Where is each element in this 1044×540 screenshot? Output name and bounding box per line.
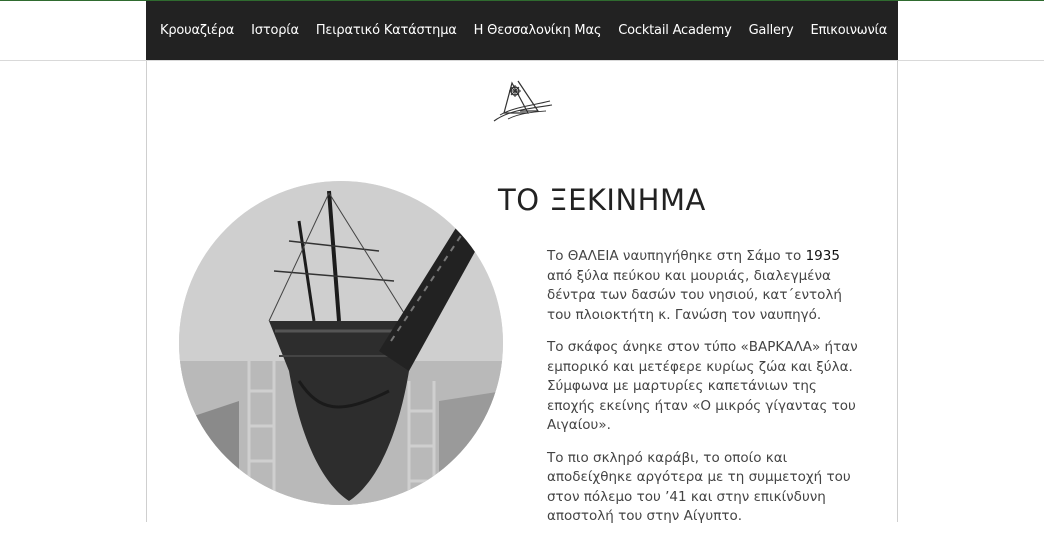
paragraph-1: Το ΘΑΛΕΙΑ ναυπηγήθηκε στη Σάμο το 1935 α… (547, 247, 869, 325)
nav-item-pirate-shop[interactable]: Πειρατικό Κατάστημα (316, 23, 457, 38)
nav-item-history[interactable]: Ιστορία (251, 23, 299, 38)
paragraph-3: Το πιο σκληρό καράβι, το οποίο και αποδε… (547, 449, 851, 525)
nav-item-thessaloniki[interactable]: Η Θεσσαλονίκη Μας (474, 23, 602, 38)
main-nav: Κρουαζιέρα Ιστορία Πειρατικό Κατάστημα Η… (146, 1, 898, 60)
paragraph-2: Το σκάφος άνηκε στον τύπο «ΒΑΡΚΑΛΑ» ήταν… (547, 339, 858, 433)
nav-item-cocktail-academy[interactable]: Cocktail Academy (618, 23, 732, 38)
paragraph-1-start: Το ΘΑΛΕΙΑ ναυπηγήθηκε στη Σάμο το (547, 248, 806, 264)
section-body: Το ΘΑΛΕΙΑ ναυπηγήθηκε στη Σάμο το 1935 α… (547, 247, 869, 540)
year-1935: 1935 (805, 248, 840, 264)
nav-item-gallery[interactable]: Gallery (749, 23, 794, 38)
nav-item-contact[interactable]: Επικοινωνία (810, 23, 887, 38)
ship-logo-icon (493, 80, 553, 122)
main-content: ΤΟ ΞΕΚΙΝΗΜΑ Το ΘΑΛΕΙΑ ναυπηγήθηκε στη Σά… (146, 61, 898, 524)
paragraph-1-end: από ξύλα πεύκου και μουριάς, διαλεγμένα … (547, 267, 842, 323)
ship-photo (179, 181, 503, 505)
nav-item-cruise[interactable]: Κρουαζιέρα (160, 23, 234, 38)
section-title: ΤΟ ΞΕΚΙΝΗΜΑ (498, 183, 706, 217)
